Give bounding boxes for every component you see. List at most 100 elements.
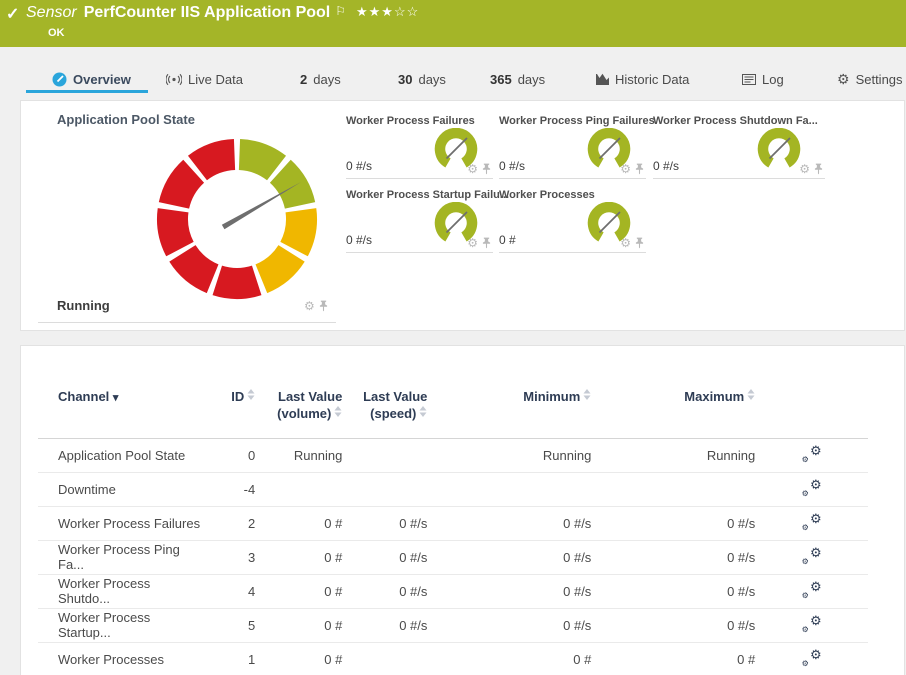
- mini-gauge-title: Worker Process Shutdown Fa...: [653, 115, 818, 127]
- table-row[interactable]: Downtime -4 ⚙⚙: [38, 472, 868, 506]
- col-header-label: (speed): [370, 406, 416, 421]
- col-header-label: (volume): [277, 406, 331, 421]
- tab-settings-label: Settings: [856, 72, 903, 87]
- tab-30-days[interactable]: 30 days: [398, 69, 446, 89]
- application-pool-state-gauge[interactable]: [151, 133, 323, 305]
- edit-channel-gears-icon[interactable]: ⚙⚙: [802, 547, 822, 564]
- table-header-row: Channel ▾ ID Last Value (volume) Last Va…: [38, 378, 868, 438]
- minimum-cell: 0 #/s: [427, 540, 591, 574]
- actions-cell: ⚙⚙: [755, 438, 868, 472]
- table-row[interactable]: Application Pool State 0 Running Running…: [38, 438, 868, 472]
- last-value-speed-cell: 0 #/s: [342, 506, 427, 540]
- priority-flag-icon[interactable]: ⚐: [335, 4, 346, 18]
- pin-icon[interactable]: [814, 163, 823, 175]
- broadcast-icon: [166, 73, 182, 86]
- mini-gauge-value: 0 #/s: [653, 159, 679, 173]
- last-value-volume-cell: [255, 472, 342, 506]
- col-header-minimum[interactable]: Minimum: [427, 378, 591, 438]
- channel-settings-gear-icon[interactable]: ⚙: [620, 163, 631, 175]
- sensor-header: ✓ SensorPerfCounter IIS Application Pool…: [0, 0, 906, 47]
- edit-channel-gears-icon[interactable]: ⚙⚙: [802, 615, 822, 632]
- maximum-cell: 0 #: [591, 642, 755, 675]
- col-header-last-value-volume[interactable]: Last Value (volume): [255, 378, 342, 438]
- edit-channel-gears-icon[interactable]: ⚙⚙: [802, 479, 822, 496]
- mini-gauge-worker-processes[interactable]: Worker Processes 0 # ⚙: [499, 189, 646, 253]
- edit-channel-gears-icon[interactable]: ⚙⚙: [802, 445, 822, 462]
- actions-cell: ⚙⚙: [755, 472, 868, 506]
- mini-gauge-controls: ⚙: [467, 237, 491, 249]
- priority-stars[interactable]: ★★★☆☆: [356, 4, 419, 19]
- col-header-last-value-speed[interactable]: Last Value (speed): [342, 378, 427, 438]
- channel-name-cell: Worker Process Shutdo...: [38, 574, 204, 608]
- maximum-cell: Running: [591, 438, 755, 472]
- pin-icon[interactable]: [482, 237, 491, 249]
- tab-2-days-number: 2: [300, 72, 307, 87]
- gauges-panel: Application Pool State Running ⚙ Worker …: [20, 100, 905, 331]
- mini-gauge-value: 0 #/s: [499, 159, 525, 173]
- tab-log[interactable]: Log: [742, 69, 784, 89]
- channel-id-cell: 3: [204, 540, 255, 574]
- mini-gauge-worker-process-ping-failures[interactable]: Worker Process Ping Failures 0 #/s ⚙: [499, 115, 646, 179]
- pin-icon[interactable]: [482, 163, 491, 175]
- sensor-page: ✓ SensorPerfCounter IIS Application Pool…: [0, 0, 906, 675]
- last-value-volume-cell: 0 #: [255, 506, 342, 540]
- gauge-icon: [52, 72, 67, 87]
- channel-name-cell: Worker Process Startup...: [38, 608, 204, 642]
- tab-overview[interactable]: Overview: [52, 69, 131, 89]
- maximum-cell: 0 #/s: [591, 608, 755, 642]
- col-header-maximum[interactable]: Maximum: [591, 378, 755, 438]
- table-row[interactable]: Worker Process Shutdo... 4 0 # 0 #/s 0 #…: [38, 574, 868, 608]
- mini-gauge-value: 0 #: [499, 233, 516, 247]
- col-header-minimum-label: Minimum: [523, 389, 580, 404]
- maximum-cell: [591, 472, 755, 506]
- channel-name-cell: Application Pool State: [38, 438, 204, 472]
- sort-desc-icon: ▾: [113, 392, 119, 404]
- edit-channel-gears-icon[interactable]: ⚙⚙: [802, 581, 822, 598]
- sensor-name: PerfCounter IIS Application Pool: [84, 4, 331, 21]
- pin-icon[interactable]: [635, 163, 644, 175]
- tab-30-days-number: 30: [398, 72, 412, 87]
- tab-30-days-unit: days: [418, 72, 445, 87]
- tab-historic-data[interactable]: Historic Data: [595, 69, 689, 89]
- table-row[interactable]: Worker Process Failures 2 0 # 0 #/s 0 #/…: [38, 506, 868, 540]
- last-value-volume-cell: Running: [255, 438, 342, 472]
- pin-icon[interactable]: [635, 237, 644, 249]
- actions-cell: ⚙⚙: [755, 574, 868, 608]
- channel-name-cell: Worker Processes: [38, 642, 204, 675]
- table-row[interactable]: Worker Process Startup... 5 0 # 0 #/s 0 …: [38, 608, 868, 642]
- mini-gauge-controls: ⚙: [620, 163, 644, 175]
- actions-cell: ⚙⚙: [755, 642, 868, 675]
- mini-gauge-worker-process-startup-failures[interactable]: Worker Process Startup Failu... 0 #/s ⚙: [346, 189, 493, 253]
- table-row[interactable]: Worker Processes 1 0 # 0 # 0 # ⚙⚙: [38, 642, 868, 675]
- maximum-cell: 0 #/s: [591, 574, 755, 608]
- col-header-id[interactable]: ID: [204, 378, 255, 438]
- pin-icon[interactable]: [319, 300, 328, 312]
- tab-365-days[interactable]: 365 days: [490, 69, 545, 89]
- mini-gauge-controls: ⚙: [620, 237, 644, 249]
- edit-channel-gears-icon[interactable]: ⚙⚙: [802, 649, 822, 666]
- channel-settings-gear-icon[interactable]: ⚙: [467, 237, 478, 249]
- tab-365-days-unit: days: [518, 72, 545, 87]
- channel-settings-gear-icon[interactable]: ⚙: [620, 237, 631, 249]
- channel-settings-gear-icon[interactable]: ⚙: [467, 163, 478, 175]
- tab-settings[interactable]: ⚙ Settings: [837, 69, 903, 89]
- col-header-channel[interactable]: Channel ▾: [38, 378, 204, 438]
- sort-icon: [247, 389, 255, 400]
- channel-settings-gear-icon[interactable]: ⚙: [799, 163, 810, 175]
- mini-gauge-worker-process-shutdown-failures[interactable]: Worker Process Shutdown Fa... 0 #/s ⚙: [653, 115, 825, 179]
- tab-live-data[interactable]: Live Data: [166, 69, 243, 89]
- minimum-cell: [427, 472, 591, 506]
- tab-2-days[interactable]: 2 days: [300, 69, 341, 89]
- channel-settings-gear-icon[interactable]: ⚙: [304, 300, 315, 312]
- last-value-speed-cell: 0 #/s: [342, 608, 427, 642]
- col-header-maximum-label: Maximum: [684, 389, 744, 404]
- table-row[interactable]: Worker Process Ping Fa... 3 0 # 0 #/s 0 …: [38, 540, 868, 574]
- edit-channel-gears-icon[interactable]: ⚙⚙: [802, 513, 822, 530]
- sort-icon: [334, 406, 342, 417]
- channel-id-cell: 5: [204, 608, 255, 642]
- main-gauge-value: Running: [57, 298, 110, 313]
- mini-gauge-worker-process-failures[interactable]: Worker Process Failures 0 #/s ⚙: [346, 115, 493, 179]
- col-header-id-label: ID: [231, 389, 244, 404]
- channel-id-cell: -4: [204, 472, 255, 506]
- mini-gauge-controls: ⚙: [467, 163, 491, 175]
